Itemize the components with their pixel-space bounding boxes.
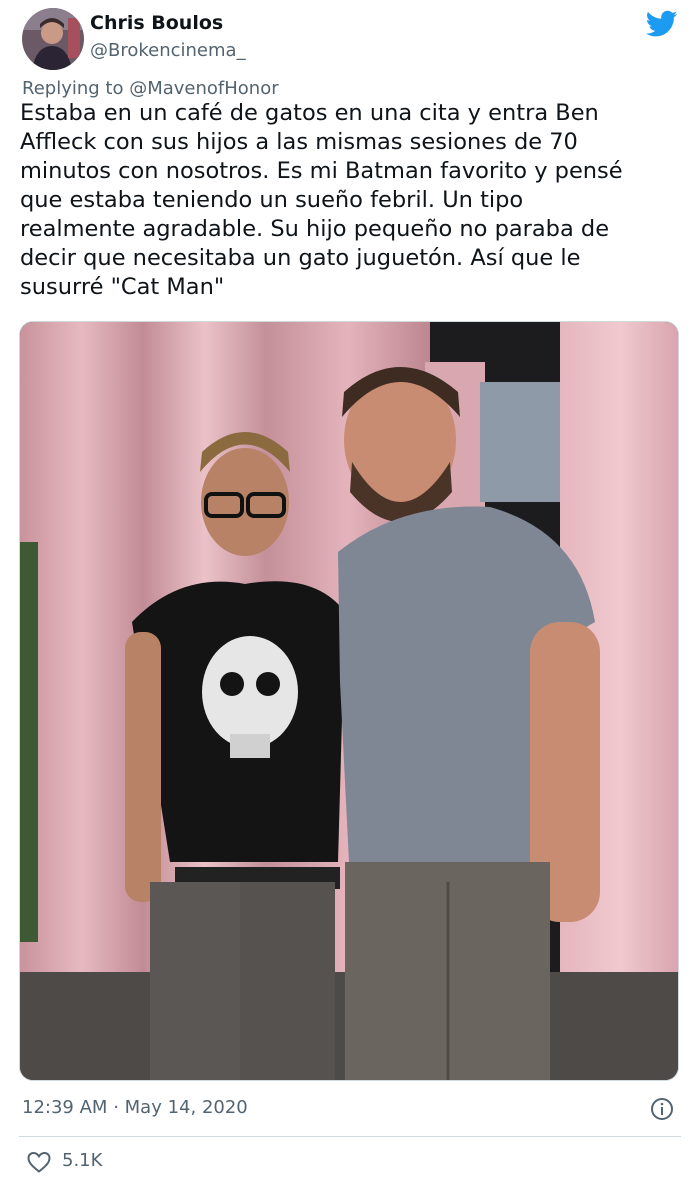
like-count[interactable]: 5.1K <box>62 1150 102 1171</box>
avatar[interactable] <box>22 8 84 70</box>
tweet-card: Chris Boulos @Brokencinema_ Replying to … <box>0 0 700 1188</box>
reply-prefix: Replying to <box>22 78 124 99</box>
author-name[interactable]: Chris Boulos <box>90 12 223 34</box>
tweet-text: Estaba en un café de gatos en una cita y… <box>20 99 682 302</box>
tweet-text-line: realmente agradable. Su hijo pequeño no … <box>20 216 610 242</box>
tweet-text-line: susurré "Cat Man" <box>20 274 225 300</box>
twitter-bird-icon[interactable] <box>645 10 678 38</box>
reply-mention-link[interactable]: @MavenofHonor <box>129 78 278 99</box>
tweet-text-line: minutos con nosotros. Es mi Batman favor… <box>20 158 623 184</box>
divider <box>19 1136 681 1137</box>
reply-context: Replying to @MavenofHonor <box>22 78 279 99</box>
tweet-text-line: Estaba en un café de gatos en una cita y… <box>20 100 599 126</box>
meta-separator: · <box>113 1097 119 1118</box>
tweet-text-line: Affleck con sus hijos a las mismas sesio… <box>20 129 578 155</box>
tweet-photo[interactable] <box>19 321 679 1081</box>
info-icon[interactable] <box>650 1097 674 1121</box>
tweet-time: 12:39 AM <box>22 1097 108 1118</box>
author-handle[interactable]: @Brokencinema_ <box>90 40 246 61</box>
tweet-text-line: que estaba teniendo un sueño febril. Un … <box>20 187 524 213</box>
tweet-date: May 14, 2020 <box>124 1097 248 1118</box>
tweet-timestamp[interactable]: 12:39 AM · May 14, 2020 <box>22 1097 248 1118</box>
tweet-text-line: decir que necesitaba un gato juguetón. A… <box>20 245 581 271</box>
heart-icon[interactable] <box>26 1150 52 1174</box>
